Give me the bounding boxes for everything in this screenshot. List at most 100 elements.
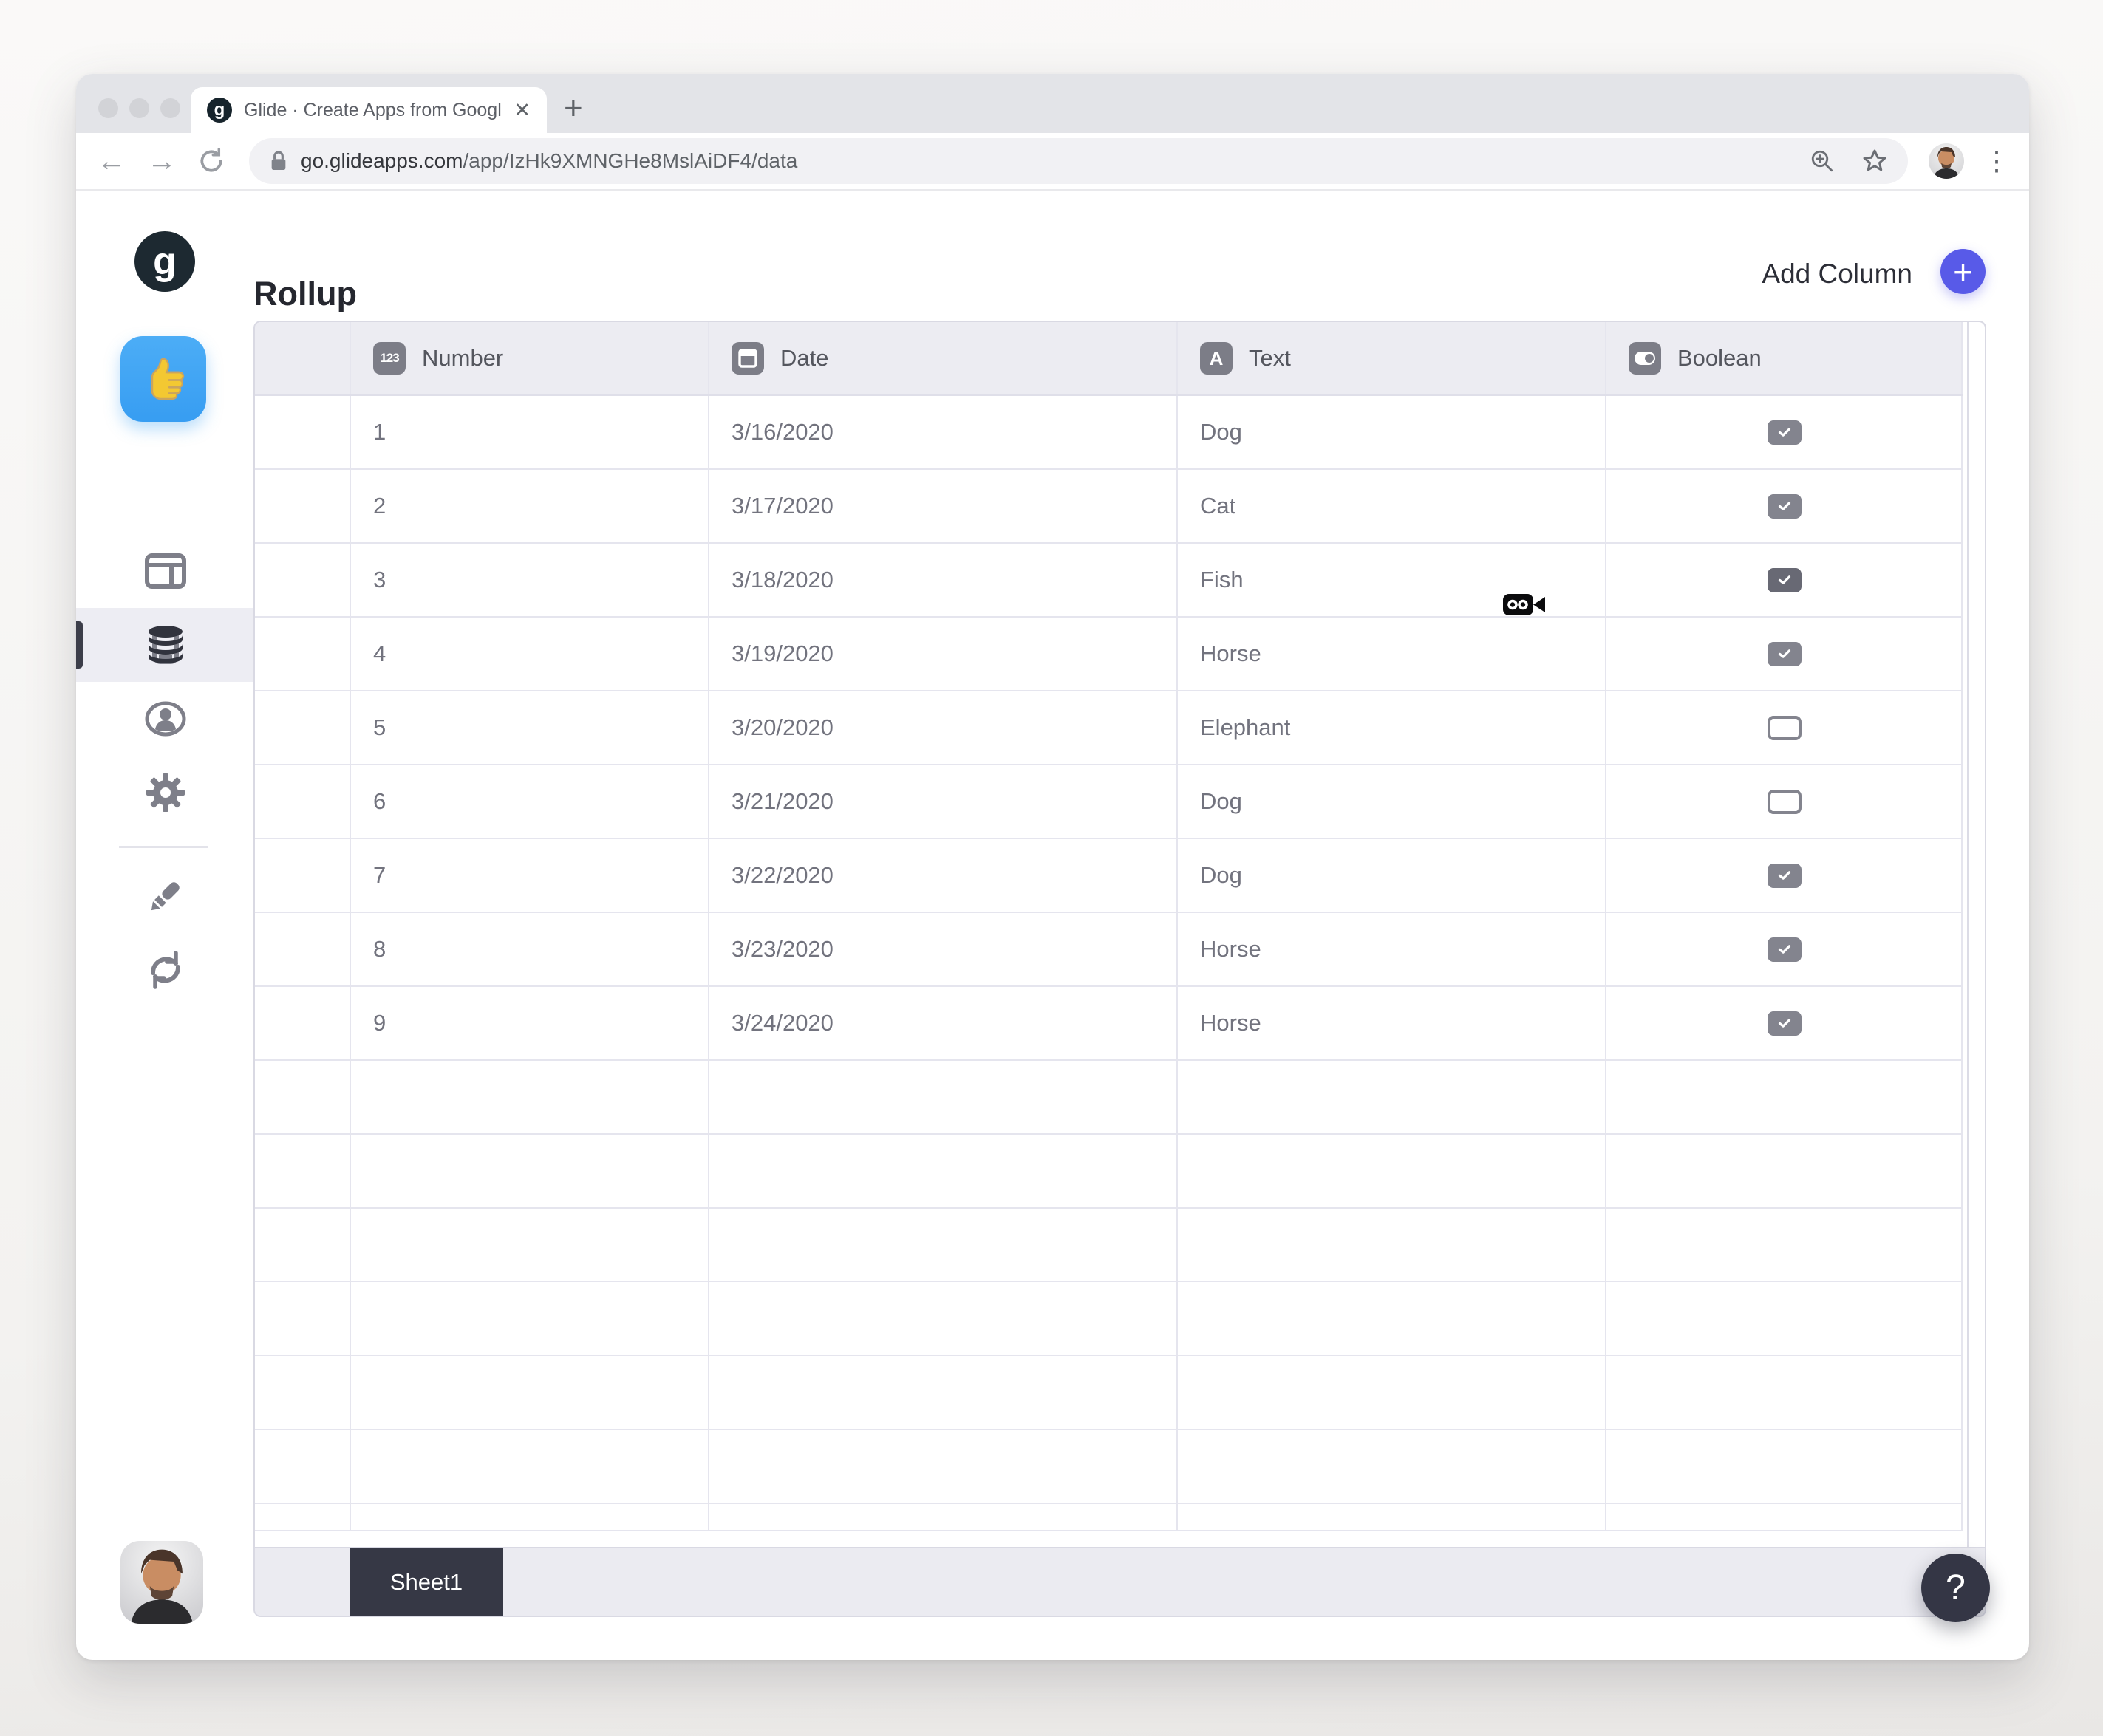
boolean-checkbox[interactable]	[1768, 567, 1802, 592]
zoom-page-icon[interactable]	[1809, 148, 1836, 174]
user-avatar[interactable]	[120, 1541, 203, 1624]
boolean-cell	[1606, 1430, 1963, 1503]
row-handle-cell	[255, 1061, 351, 1133]
empty-table-row[interactable]	[255, 1356, 1963, 1430]
number-cell[interactable]: 7	[351, 839, 709, 912]
boolean-cell[interactable]	[1606, 618, 1963, 690]
date-cell[interactable]: 3/22/2020	[709, 839, 1178, 912]
boolean-checkbox[interactable]	[1768, 863, 1802, 888]
number-cell	[351, 1430, 709, 1503]
text-cell[interactable]: Elephant	[1178, 691, 1606, 764]
boolean-checkbox[interactable]	[1768, 420, 1802, 445]
help-button[interactable]: ?	[1921, 1554, 1990, 1622]
text-cell[interactable]: Dog	[1178, 839, 1606, 912]
column-header-date[interactable]: Date	[709, 322, 1178, 394]
number-cell[interactable]: 3	[351, 544, 709, 616]
text-a-icon: A	[1200, 342, 1233, 375]
minimize-window-button[interactable]	[129, 98, 149, 118]
sidebar-item-publish[interactable]	[76, 859, 255, 933]
boolean-checkbox[interactable]	[1768, 493, 1802, 519]
boolean-cell[interactable]	[1606, 839, 1963, 912]
browser-menu-icon[interactable]: ⋮	[1983, 146, 2010, 177]
empty-table-row[interactable]	[255, 1209, 1963, 1282]
row-handle-header	[255, 322, 351, 394]
zoom-window-button[interactable]	[160, 98, 180, 118]
date-cell	[709, 1356, 1178, 1429]
number-cell[interactable]: 4	[351, 618, 709, 690]
empty-table-row[interactable]	[255, 1135, 1963, 1209]
text-cell[interactable]: Dog	[1178, 765, 1606, 838]
text-cell[interactable]: Cat	[1178, 470, 1606, 542]
row-handle-cell[interactable]	[255, 470, 351, 542]
boolean-cell	[1606, 1135, 1963, 1207]
row-handle-cell[interactable]	[255, 544, 351, 616]
boolean-checkbox[interactable]	[1768, 715, 1802, 740]
row-handle-cell[interactable]	[255, 765, 351, 838]
number-cell	[351, 1135, 709, 1207]
back-icon[interactable]: ←	[97, 145, 126, 178]
bookmark-star-icon[interactable]	[1861, 147, 1889, 175]
text-cell[interactable]: Horse	[1178, 913, 1606, 985]
boolean-cell[interactable]	[1606, 691, 1963, 764]
boolean-checkbox[interactable]	[1768, 789, 1802, 814]
number-cell[interactable]: 6	[351, 765, 709, 838]
boolean-checkbox[interactable]	[1768, 1011, 1802, 1036]
sidebar-item-users[interactable]	[76, 682, 255, 756]
row-handle-cell[interactable]	[255, 396, 351, 468]
date-cell[interactable]: 3/24/2020	[709, 987, 1178, 1059]
add-column-button[interactable]: +	[1940, 249, 1986, 294]
sidebar-item-settings[interactable]	[76, 756, 255, 830]
column-header-boolean[interactable]: Boolean	[1606, 322, 1963, 394]
column-header-number[interactable]: 123 Number	[351, 322, 709, 394]
number-cell[interactable]: 2	[351, 470, 709, 542]
number-cell	[351, 1282, 709, 1355]
boolean-cell[interactable]	[1606, 470, 1963, 542]
empty-table-row[interactable]	[255, 1282, 1963, 1356]
address-bar[interactable]: go.glideapps.com/app/IzHk9XMNGHe8MslAiDF…	[249, 138, 1908, 184]
close-tab-icon[interactable]: ✕	[514, 99, 531, 122]
boolean-cell[interactable]	[1606, 396, 1963, 468]
text-cell[interactable]: Dog	[1178, 396, 1606, 468]
column-label: Date	[780, 345, 829, 371]
date-cell[interactable]: 3/16/2020	[709, 396, 1178, 468]
date-cell[interactable]: 3/21/2020	[709, 765, 1178, 838]
empty-table-row[interactable]	[255, 1061, 1963, 1135]
column-header-text[interactable]: A Text	[1178, 322, 1606, 394]
empty-table-row[interactable]	[255, 1430, 1963, 1504]
app-thumbnail[interactable]	[120, 336, 206, 422]
text-cell	[1178, 1430, 1606, 1503]
row-handle-cell[interactable]	[255, 987, 351, 1059]
browser-profile-avatar[interactable]	[1929, 143, 1964, 179]
row-handle-cell[interactable]	[255, 691, 351, 764]
boolean-checkbox[interactable]	[1768, 937, 1802, 962]
number-cell[interactable]: 1	[351, 396, 709, 468]
date-cell[interactable]: 3/19/2020	[709, 618, 1178, 690]
number-cell[interactable]: 8	[351, 913, 709, 985]
boolean-cell[interactable]	[1606, 544, 1963, 616]
sidebar-item-data[interactable]	[76, 608, 255, 682]
number-cell[interactable]: 9	[351, 987, 709, 1059]
reload-icon[interactable]	[197, 147, 225, 175]
row-handle-cell[interactable]	[255, 618, 351, 690]
date-cell[interactable]: 3/17/2020	[709, 470, 1178, 542]
boolean-checkbox[interactable]	[1768, 641, 1802, 666]
forward-icon[interactable]: →	[147, 145, 177, 178]
row-handle-cell[interactable]	[255, 913, 351, 985]
boolean-cell[interactable]	[1606, 987, 1963, 1059]
date-cell[interactable]: 3/23/2020	[709, 913, 1178, 985]
new-tab-button[interactable]: +	[564, 90, 583, 127]
boolean-cell[interactable]	[1606, 913, 1963, 985]
table-row: 5 3/20/2020 Elephant	[255, 691, 1963, 765]
date-cell[interactable]: 3/18/2020	[709, 544, 1178, 616]
sheet-tab[interactable]: Sheet1	[350, 1548, 503, 1616]
sidebar-item-sync[interactable]	[76, 933, 255, 1007]
boolean-cell[interactable]	[1606, 765, 1963, 838]
row-handle-cell[interactable]	[255, 839, 351, 912]
date-cell[interactable]: 3/20/2020	[709, 691, 1178, 764]
number-cell[interactable]: 5	[351, 691, 709, 764]
close-window-button[interactable]	[98, 98, 118, 118]
browser-tab[interactable]: g Glide · Create Apps from Google ✕	[191, 87, 547, 133]
text-cell[interactable]: Horse	[1178, 987, 1606, 1059]
sidebar-item-layout[interactable]	[76, 534, 255, 608]
text-cell[interactable]: Horse	[1178, 618, 1606, 690]
